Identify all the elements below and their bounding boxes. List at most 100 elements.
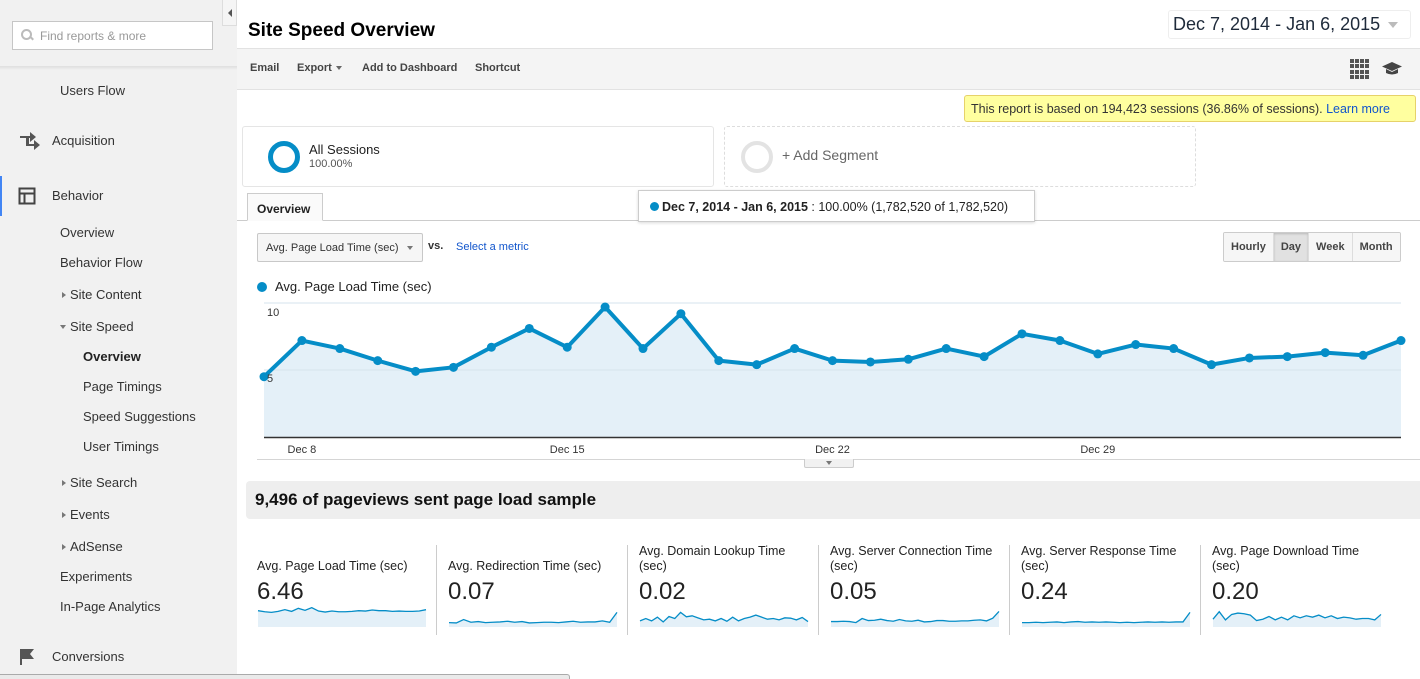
sidebar-item-site-content[interactable]: Site Content: [62, 287, 142, 302]
sidebar-item-user-timings[interactable]: User Timings: [83, 439, 159, 454]
area-fill: [264, 307, 1401, 437]
data-point[interactable]: [828, 356, 837, 366]
data-point[interactable]: [752, 360, 762, 370]
period-day-button[interactable]: Day: [1273, 233, 1310, 261]
chart-resize-handle[interactable]: [804, 459, 854, 468]
segment-name: All Sessions: [309, 142, 380, 157]
search-input[interactable]: [40, 28, 210, 43]
scorecard-sparkline: [1022, 612, 1191, 627]
data-point[interactable]: [714, 356, 724, 366]
sidebar-item-site-speed[interactable]: Site Speed: [60, 319, 134, 334]
sidebar-item-users-flow[interactable]: Users Flow: [60, 83, 125, 98]
data-point[interactable]: [600, 302, 610, 312]
scorecard-value: 0.24: [1021, 578, 1068, 605]
data-point[interactable]: [1131, 340, 1141, 350]
flag-icon: [19, 648, 37, 669]
data-point[interactable]: [1396, 336, 1406, 346]
sidebar-item-site-speed-overview[interactable]: Overview: [83, 349, 141, 364]
sidebar-item-acquisition[interactable]: Acquisition: [20, 132, 115, 150]
sidebar-item-behavior-flow[interactable]: Behavior Flow: [60, 255, 142, 270]
period-week-button[interactable]: Week: [1309, 233, 1353, 261]
expand-arrow-icon: [62, 479, 66, 486]
data-point[interactable]: [1358, 350, 1368, 360]
search-box[interactable]: [12, 21, 213, 50]
period-hourly-button[interactable]: Hourly: [1224, 233, 1274, 261]
data-point[interactable]: [1169, 344, 1179, 354]
data-point[interactable]: [335, 344, 345, 354]
bottom-scrollbar[interactable]: [0, 674, 570, 679]
sidebar-item-in-page-analytics[interactable]: In-Page Analytics: [60, 599, 160, 614]
data-point[interactable]: [676, 309, 686, 319]
data-point[interactable]: [411, 366, 421, 376]
scorecard[interactable]: Avg. Server Response Time (sec) 0.24: [1009, 543, 1201, 635]
segment-all-sessions[interactable]: All Sessions 100.00%: [242, 126, 714, 187]
scorecard-value: 6.46: [257, 578, 304, 605]
scorecard-sparkline: [831, 610, 1000, 627]
sidebar-item-label: Acquisition: [52, 133, 115, 148]
date-range-picker[interactable]: Dec 7, 2014 - Jan 6, 2015: [1168, 10, 1411, 39]
scorecard-sparkline: [257, 607, 427, 627]
sidebar-item-experiments[interactable]: Experiments: [60, 569, 132, 584]
data-point[interactable]: [1320, 348, 1330, 358]
primary-metric-select[interactable]: Avg. Page Load Time (sec): [257, 233, 423, 262]
data-point[interactable]: [297, 336, 307, 346]
sidebar-item-conversions[interactable]: Conversions: [20, 649, 124, 665]
sidebar-item-overview[interactable]: Overview: [60, 225, 114, 240]
scorecard-value: 0.02: [639, 578, 686, 605]
scorecard[interactable]: Avg. Domain Lookup Time (sec) 0.02: [627, 543, 819, 635]
data-point[interactable]: [1244, 353, 1254, 363]
data-point[interactable]: [449, 362, 458, 372]
data-point[interactable]: [790, 344, 800, 354]
sparkline-area: [831, 611, 999, 627]
sidebar-item-site-search[interactable]: Site Search: [62, 475, 137, 490]
scorecard[interactable]: Avg. Server Connection Time (sec) 0.05: [818, 543, 1010, 635]
learn-more-link[interactable]: Learn more: [1326, 102, 1390, 116]
scorecard-label: Avg. Page Load Time (sec): [257, 559, 408, 573]
sidebar-collapse-button[interactable]: [222, 0, 237, 26]
data-point[interactable]: [1017, 329, 1027, 339]
chevron-down-icon: [826, 461, 832, 465]
data-point[interactable]: [903, 354, 913, 364]
scorecard[interactable]: Avg. Redirection Time (sec) 0.07: [436, 543, 628, 635]
timeline-chart[interactable]: 10 5 Dec 8 Dec 15 Dec 22 Dec 29: [237, 296, 1420, 458]
data-point[interactable]: [524, 323, 534, 333]
tab-overview[interactable]: Overview: [247, 193, 323, 221]
shortcut-button[interactable]: Shortcut: [475, 62, 520, 74]
scorecard[interactable]: Avg. Page Load Time (sec) 6.46: [246, 543, 437, 633]
add-segment-button[interactable]: + Add Segment: [724, 126, 1196, 187]
data-point[interactable]: [941, 344, 951, 354]
data-point[interactable]: [562, 342, 572, 352]
analytics-app: Users Flow Acquisition Behavior: [0, 0, 1420, 679]
chart-tooltip: Dec 7, 2014 - Jan 6, 2015 : 100.00% (1,7…: [638, 190, 1035, 222]
sidebar: Users Flow Acquisition Behavior: [0, 0, 237, 679]
email-button[interactable]: Email: [250, 62, 279, 74]
date-range-label: Dec 7, 2014 - Jan 6, 2015: [1173, 14, 1381, 34]
data-point[interactable]: [638, 344, 648, 354]
data-point[interactable]: [1282, 352, 1292, 362]
add-to-dashboard-button[interactable]: Add to Dashboard: [362, 62, 457, 74]
sidebar-item-page-timings[interactable]: Page Timings: [83, 379, 162, 394]
period-month-button[interactable]: Month: [1352, 233, 1400, 261]
page-title: Site Speed Overview: [248, 20, 435, 41]
scorecard[interactable]: Avg. Page Download Time (sec) 0.20: [1200, 543, 1392, 635]
data-point[interactable]: [865, 357, 875, 367]
sidebar-item-behavior[interactable]: Behavior: [18, 187, 103, 205]
select-metric-link[interactable]: Select a metric: [456, 241, 529, 253]
export-button[interactable]: Export: [297, 62, 342, 74]
data-point[interactable]: [373, 356, 383, 366]
apps-grid-icon[interactable]: [1350, 59, 1370, 79]
sidebar-item-adsense[interactable]: AdSense: [62, 539, 123, 554]
x-tick-label: Dec 15: [550, 444, 585, 456]
data-point[interactable]: [486, 342, 496, 352]
sidebar-item-events[interactable]: Events: [62, 507, 110, 522]
data-point[interactable]: [1207, 360, 1216, 370]
data-point[interactable]: [1093, 349, 1103, 359]
data-point[interactable]: [979, 352, 989, 362]
expand-arrow-icon: [62, 291, 66, 298]
sidebar-item-label: Events: [70, 507, 110, 522]
x-tick-label: Dec 8: [288, 444, 317, 456]
graduation-cap-icon[interactable]: [1381, 61, 1403, 82]
active-section-indicator: [0, 176, 2, 216]
sidebar-item-speed-suggestions[interactable]: Speed Suggestions: [83, 409, 196, 424]
data-point[interactable]: [1055, 336, 1065, 346]
